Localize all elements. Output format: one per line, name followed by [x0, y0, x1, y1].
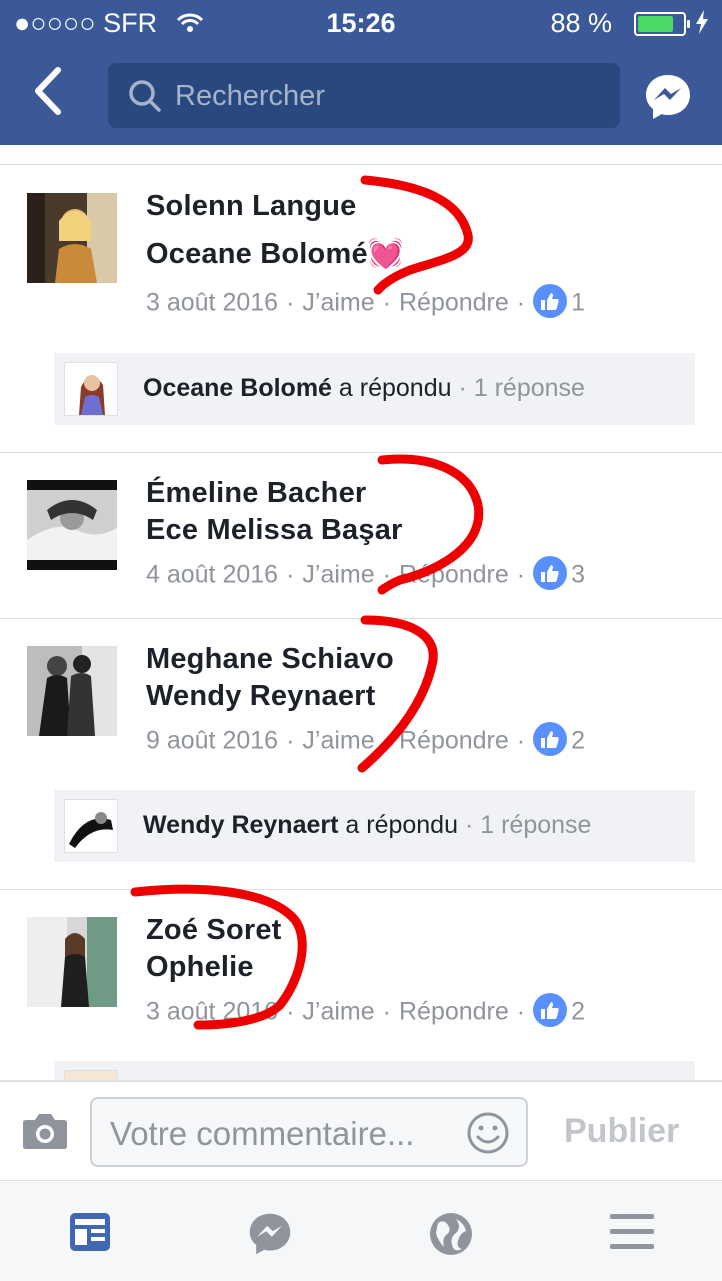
tab-notifications[interactable] [428, 1211, 474, 1262]
comment-author[interactable]: Émeline Bacher [146, 477, 366, 510]
reply-count: 1 réponse [480, 811, 592, 839]
comment-date[interactable]: 3 août 2016 [146, 998, 278, 1026]
globe-icon [430, 1213, 472, 1255]
divider [0, 452, 722, 453]
camera-icon [23, 1114, 67, 1149]
comment-composer: Votre commentaire... Publier [0, 1080, 722, 1182]
comment-text: Ece Melissa Başar [146, 514, 403, 547]
mention[interactable]: Ece Melissa Başar [146, 514, 403, 546]
search-input[interactable]: Rechercher [108, 63, 620, 128]
mention[interactable]: Ophelie [146, 951, 254, 983]
divider [0, 164, 722, 165]
comment-text: Oceane Bolomé💓 [146, 237, 404, 271]
reply-author: Oceane Bolomé [143, 374, 332, 402]
like-count[interactable]: 2 [571, 998, 585, 1026]
like-count[interactable]: 2 [571, 727, 585, 755]
comment-author[interactable]: Solenn Langue [146, 190, 356, 223]
search-placeholder: Rechercher [175, 80, 325, 112]
messenger-icon [646, 75, 690, 119]
comment-meta: 3 août 2016 · J’aime · Répondre · 2 [146, 993, 585, 1030]
mention[interactable]: Oceane Bolomé [146, 238, 368, 270]
reply-action: a répondu [345, 811, 458, 839]
reply-author: Wendy Reynaert [143, 811, 339, 839]
top-bar: ●○○○○ SFR 15:26 88 % Rechercher [0, 0, 722, 145]
like-button[interactable]: J’aime [302, 727, 374, 755]
battery-percent: 88 % [550, 8, 612, 38]
like-count-icon [533, 284, 568, 318]
comment-meta: 4 août 2016 · J’aime · Répondre · 3 [146, 556, 585, 593]
reply-text: Oceane Bolomé a répondu · 1 réponse [143, 374, 585, 402]
comment-date[interactable]: 4 août 2016 [146, 561, 278, 589]
reply-action: a répondu [338, 374, 452, 402]
reply-button[interactable]: Répondre [399, 998, 509, 1026]
avatar[interactable] [27, 917, 117, 1007]
comment-placeholder: Votre commentaire... [110, 1115, 415, 1152]
avatar[interactable] [27, 193, 117, 283]
reply-summary[interactable]: Wendy Reynaert a répondu · 1 réponse [54, 790, 695, 862]
comment-meta: 9 août 2016 · J’aime · Répondre · 2 [146, 722, 585, 759]
reply-avatar [64, 799, 118, 853]
comment-author[interactable]: Meghane Schiavo [146, 643, 394, 676]
reply-button[interactable]: Répondre [399, 289, 509, 317]
heart-emoji: 💓 [367, 238, 405, 270]
tab-messenger[interactable] [247, 1211, 293, 1262]
status-bar: ●○○○○ SFR 15:26 88 % [0, 0, 722, 46]
comment-text: Wendy Reynaert [146, 680, 376, 713]
reply-avatar [64, 1070, 118, 1080]
charging-icon [696, 10, 708, 34]
tab-menu[interactable] [608, 1211, 656, 1256]
search-icon [129, 80, 161, 112]
clock: 15:26 [326, 8, 396, 38]
like-count-icon [533, 556, 568, 590]
publish-button[interactable]: Publier [564, 1112, 679, 1151]
divider [0, 618, 722, 619]
messenger-icon [249, 1213, 291, 1255]
reply-summary[interactable] [54, 1061, 695, 1080]
news-feed-icon [70, 1213, 110, 1251]
comment-text: Ophelie [146, 951, 254, 984]
reply-text: Wendy Reynaert a répondu · 1 réponse [143, 811, 592, 839]
chevron-left-icon [35, 67, 61, 115]
like-button[interactable]: J’aime [302, 998, 374, 1026]
reply-summary[interactable]: Oceane Bolomé a répondu · 1 réponse [54, 353, 695, 425]
avatar[interactable] [27, 480, 117, 570]
reply-avatar [64, 362, 118, 416]
like-button[interactable]: J’aime [302, 561, 374, 589]
divider [0, 889, 722, 890]
tab-news-feed[interactable] [68, 1211, 112, 1258]
like-count[interactable]: 1 [571, 289, 585, 317]
like-count[interactable]: 3 [571, 561, 585, 589]
tab-bar [0, 1180, 722, 1281]
comment-date[interactable]: 9 août 2016 [146, 727, 278, 755]
comment-date[interactable]: 3 août 2016 [146, 289, 278, 317]
reply-count: 1 réponse [473, 374, 585, 402]
comment-feed[interactable]: Solenn Langue Oceane Bolomé💓 3 août 2016… [0, 145, 722, 1080]
comment-input[interactable]: Votre commentaire... [90, 1097, 528, 1167]
reply-button[interactable]: Répondre [399, 727, 509, 755]
comment-meta: 3 août 2016 · J’aime · Répondre · 1 [146, 284, 585, 321]
like-count-icon [533, 722, 568, 756]
messenger-button[interactable] [643, 72, 693, 127]
avatar[interactable] [27, 646, 117, 736]
battery-icon [634, 12, 690, 36]
camera-button[interactable] [22, 1112, 68, 1155]
battery-fill [638, 16, 673, 32]
comment-author[interactable]: Zoé Soret [146, 914, 282, 947]
mention[interactable]: Wendy Reynaert [146, 680, 376, 712]
reply-button[interactable]: Répondre [399, 561, 509, 589]
like-button[interactable]: J’aime [302, 289, 374, 317]
like-count-icon [533, 993, 568, 1027]
emoji-icon[interactable] [466, 1111, 510, 1155]
menu-icon [610, 1214, 654, 1249]
back-button[interactable] [28, 66, 78, 126]
